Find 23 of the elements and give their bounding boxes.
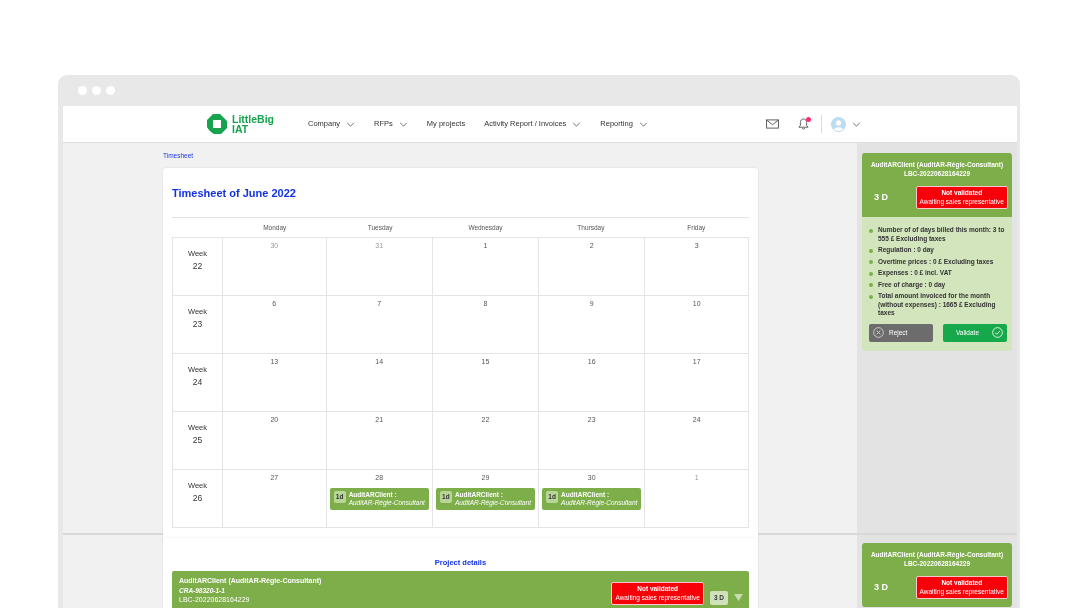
bullet-dot-icon [869,294,873,299]
bullet-dot-icon [869,283,873,287]
mail-icon[interactable] [766,119,779,129]
check-circle-icon [992,327,1003,338]
bullet-dot-icon [869,260,873,264]
logo-icon [207,114,227,134]
timesheet-title: Timesheet of June 2022 [172,186,296,200]
logo-text: LittleBig IAT [232,114,275,134]
days-count: 3 D [874,582,888,593]
avatar-icon[interactable] [831,116,846,132]
bullet-dot-icon [869,271,873,276]
week-number: 26 [192,492,203,504]
week-number: 22 [192,260,203,272]
chevron-down-icon[interactable] [852,121,861,127]
expand-triangle-icon[interactable] [734,594,743,601]
days-count: 3 D [874,192,888,203]
week-number: 23 [192,318,203,330]
week-number: 24 [192,376,203,388]
bullet-dot-icon [869,228,873,233]
bullet-dot-icon [869,248,873,253]
week-number: 25 [192,434,203,446]
close-circle-icon [873,327,884,338]
bell-icon[interactable] [798,118,809,130]
